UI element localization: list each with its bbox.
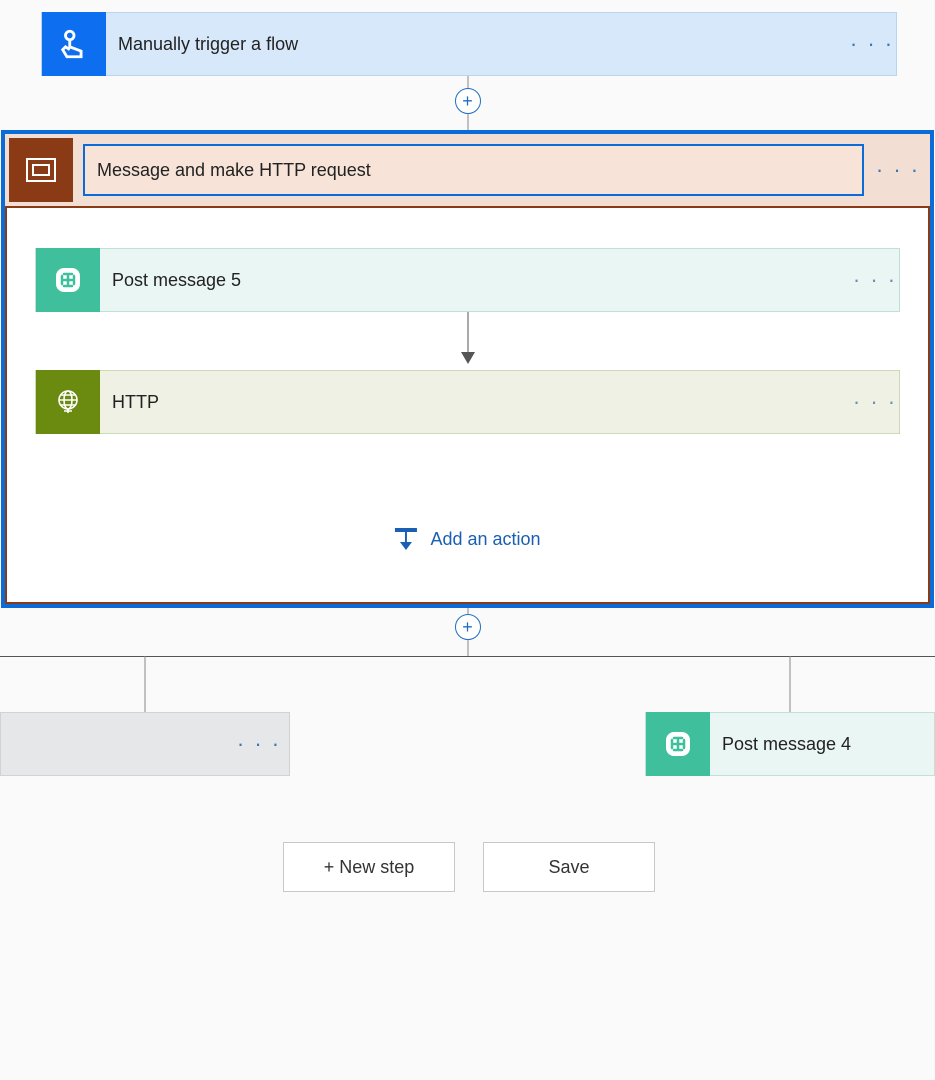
slack-icon bbox=[646, 712, 710, 776]
insert-icon bbox=[394, 528, 416, 550]
step-label: Post message 5 bbox=[100, 270, 851, 291]
connector-line bbox=[145, 656, 146, 712]
connector-line bbox=[467, 114, 468, 130]
step-label: HTTP bbox=[100, 392, 851, 413]
connector-line bbox=[467, 640, 468, 656]
branch-left-more-button[interactable]: · · · bbox=[229, 731, 289, 757]
add-step-button-top[interactable]: + bbox=[455, 88, 481, 114]
scope-container[interactable]: · · · Post message 5 · · · bbox=[1, 130, 934, 608]
arrow-down-icon bbox=[461, 352, 475, 364]
scope-more-button[interactable]: · · · bbox=[874, 157, 922, 183]
connector-line bbox=[790, 656, 791, 712]
scope-header[interactable]: · · · bbox=[5, 134, 930, 206]
scope-title-input[interactable] bbox=[83, 144, 864, 196]
add-action-label: Add an action bbox=[430, 529, 540, 550]
step-post-message-5[interactable]: Post message 5 · · · bbox=[35, 248, 900, 312]
branch-step-post-message-4[interactable]: Post message 4 bbox=[645, 712, 935, 776]
scope-icon bbox=[9, 138, 73, 202]
trigger-title: Manually trigger a flow bbox=[106, 34, 848, 55]
step-more-button[interactable]: · · · bbox=[851, 267, 899, 293]
trigger-step[interactable]: Manually trigger a flow · · · bbox=[41, 12, 897, 76]
trigger-more-button[interactable]: · · · bbox=[848, 31, 896, 57]
step-http[interactable]: HTTP · · · bbox=[35, 370, 900, 434]
branch-line bbox=[0, 656, 935, 657]
connector-line bbox=[467, 312, 468, 352]
branch-right-label: Post message 4 bbox=[710, 734, 934, 755]
save-button[interactable]: Save bbox=[483, 842, 655, 892]
branch-step-left[interactable]: · · · bbox=[0, 712, 290, 776]
globe-icon bbox=[36, 370, 100, 434]
add-step-button-bottom[interactable]: + bbox=[455, 614, 481, 640]
scope-body: Post message 5 · · · HTTP · · · Add an a… bbox=[5, 206, 930, 604]
new-step-button[interactable]: + New step bbox=[283, 842, 455, 892]
step-more-button[interactable]: · · · bbox=[851, 389, 899, 415]
add-action-button[interactable]: Add an action bbox=[394, 528, 540, 550]
touch-icon bbox=[42, 12, 106, 76]
slack-icon bbox=[36, 248, 100, 312]
